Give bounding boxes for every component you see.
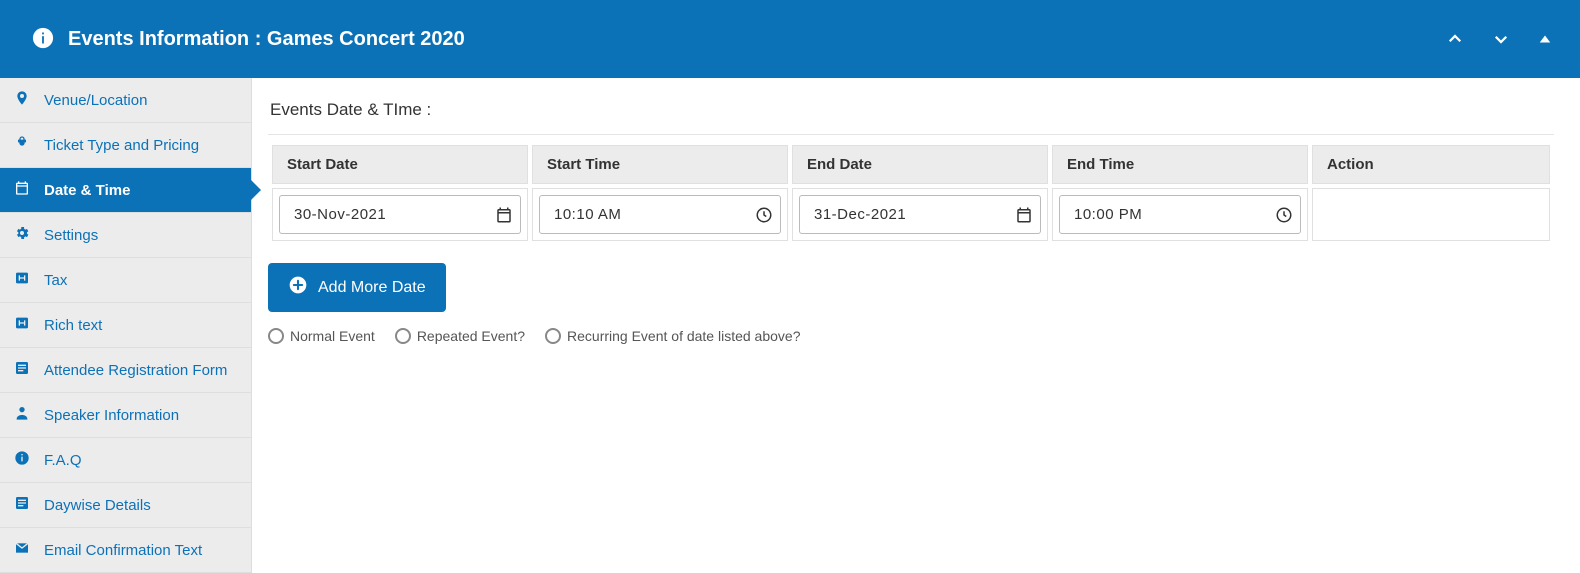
sidebar-item-email-confirm[interactable]: Email Confirmation Text <box>0 528 251 573</box>
start-time-input[interactable] <box>552 205 755 224</box>
plus-circle-icon <box>288 275 308 300</box>
info-icon <box>32 27 54 52</box>
sidebar-item-label: Tax <box>44 272 67 289</box>
sidebar-item-tax[interactable]: Tax <box>0 258 251 303</box>
start-date-field[interactable] <box>279 195 521 234</box>
sidebar-item-settings[interactable]: Settings <box>0 213 251 258</box>
header-actions <box>1446 30 1552 48</box>
sidebar-item-label: Settings <box>44 227 98 244</box>
date-time-table: Start Date Start Time End Date End Time … <box>268 141 1554 245</box>
chevron-down-icon[interactable] <box>1492 30 1510 48</box>
sidebar-item-label: F.A.Q <box>44 452 82 469</box>
info-icon <box>14 450 30 470</box>
section-title: Events Date & TIme : <box>270 100 1554 120</box>
tax-icon <box>14 270 30 290</box>
form-icon <box>14 360 30 380</box>
radio-label: Recurring Event of date listed above? <box>567 328 800 344</box>
add-more-date-label: Add More Date <box>318 279 426 297</box>
rich-text-icon <box>14 315 30 335</box>
radio-icon <box>268 328 284 344</box>
col-action: Action <box>1312 145 1550 184</box>
sidebar-item-daywise[interactable]: Daywise Details <box>0 483 251 528</box>
sidebar-item-speaker[interactable]: Speaker Information <box>0 393 251 438</box>
calendar-icon <box>14 180 30 200</box>
radio-normal-event[interactable]: Normal Event <box>268 328 375 344</box>
chevron-up-icon[interactable] <box>1446 30 1464 48</box>
table-row <box>272 188 1550 241</box>
end-date-input[interactable] <box>812 205 1015 224</box>
col-start-date: Start Date <box>272 145 528 184</box>
col-end-date: End Date <box>792 145 1048 184</box>
start-date-input[interactable] <box>292 205 495 224</box>
start-time-field[interactable] <box>539 195 781 234</box>
clock-icon[interactable] <box>755 206 773 224</box>
add-more-date-button[interactable]: Add More Date <box>268 263 446 312</box>
clock-icon[interactable] <box>1275 206 1293 224</box>
main-content: Events Date & TIme : Start Date Start Ti… <box>252 78 1580 573</box>
pin-icon <box>14 90 30 110</box>
sidebar-item-label: Venue/Location <box>44 92 147 109</box>
ticket-icon <box>14 135 30 155</box>
sidebar-item-faq[interactable]: F.A.Q <box>0 438 251 483</box>
radio-repeated-event[interactable]: Repeated Event? <box>395 328 525 344</box>
gear-icon <box>14 225 30 245</box>
caret-up-icon[interactable] <box>1538 32 1552 46</box>
sidebar-item-label: Attendee Registration Form <box>44 362 227 379</box>
calendar-icon[interactable] <box>495 206 513 224</box>
sidebar-item-venue[interactable]: Venue/Location <box>0 78 251 123</box>
sidebar-item-label: Daywise Details <box>44 497 151 514</box>
sidebar-item-label: Rich text <box>44 317 102 334</box>
sidebar-item-ticket[interactable]: Ticket Type and Pricing <box>0 123 251 168</box>
radio-label: Repeated Event? <box>417 328 525 344</box>
radio-icon <box>545 328 561 344</box>
page-header: Events Information : Games Concert 2020 <box>0 0 1580 78</box>
daywise-icon <box>14 495 30 515</box>
sidebar: Venue/Location Ticket Type and Pricing D… <box>0 78 252 573</box>
end-time-input[interactable] <box>1072 205 1275 224</box>
end-date-field[interactable] <box>799 195 1041 234</box>
table-header-row: Start Date Start Time End Date End Time … <box>272 145 1550 184</box>
radio-label: Normal Event <box>290 328 375 344</box>
page-title: Events Information : Games Concert 2020 <box>68 28 465 51</box>
mail-icon <box>14 540 30 560</box>
event-type-group: Normal Event Repeated Event? Recurring E… <box>268 328 1554 344</box>
sidebar-item-rich-text[interactable]: Rich text <box>0 303 251 348</box>
action-cell <box>1312 188 1550 241</box>
col-start-time: Start Time <box>532 145 788 184</box>
sidebar-item-label: Email Confirmation Text <box>44 542 202 559</box>
sidebar-item-date-time[interactable]: Date & Time <box>0 168 251 213</box>
radio-recurring-event[interactable]: Recurring Event of date listed above? <box>545 328 800 344</box>
sidebar-item-label: Ticket Type and Pricing <box>44 137 199 154</box>
divider <box>268 134 1554 135</box>
radio-icon <box>395 328 411 344</box>
end-time-field[interactable] <box>1059 195 1301 234</box>
speaker-icon <box>14 405 30 425</box>
sidebar-item-label: Date & Time <box>44 182 130 199</box>
col-end-time: End Time <box>1052 145 1308 184</box>
sidebar-item-label: Speaker Information <box>44 407 179 424</box>
calendar-icon[interactable] <box>1015 206 1033 224</box>
sidebar-item-attendee-form[interactable]: Attendee Registration Form <box>0 348 251 393</box>
